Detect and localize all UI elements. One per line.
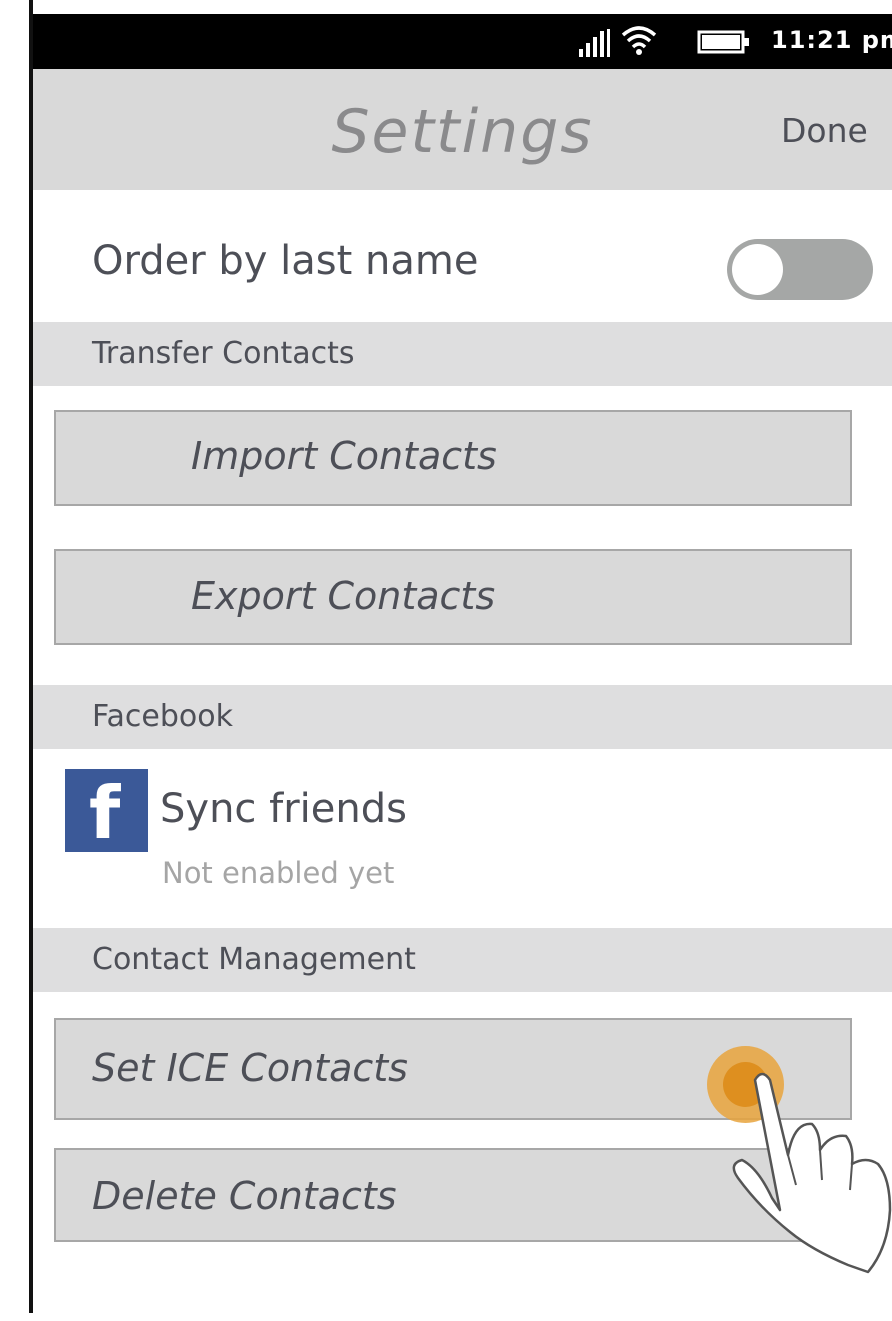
sync-friends-status: Not enabled yet [162, 856, 395, 890]
order-by-last-name-label: Order by last name [92, 238, 479, 284]
export-contacts-button[interactable]: Export Contacts [54, 549, 852, 645]
facebook-logo-icon: f [65, 769, 148, 855]
delete-contacts-label: Delete Contacts [92, 1174, 397, 1218]
order-by-last-name-row: Order by last name [33, 190, 892, 322]
sync-friends-title[interactable]: Sync friends [160, 786, 407, 832]
section-header-management: Contact Management [33, 928, 892, 992]
facebook-logo-letter: f [89, 771, 121, 855]
import-contacts-label: Import Contacts [191, 434, 497, 478]
import-contacts-button[interactable]: Import Contacts [54, 410, 852, 506]
signal-icon [579, 29, 610, 57]
section-label-management: Contact Management [92, 942, 416, 977]
section-label-facebook: Facebook [92, 699, 233, 734]
section-label-transfer: Transfer Contacts [92, 336, 355, 371]
order-by-last-name-toggle[interactable] [727, 239, 873, 300]
status-bar: 11:21 pm [33, 14, 892, 69]
wifi-icon [621, 26, 657, 55]
set-ice-contacts-label: Set ICE Contacts [92, 1046, 408, 1090]
page-title: Settings [331, 97, 594, 167]
settings-header: Settings Done [33, 69, 892, 190]
pointing-hand-icon [732, 1072, 892, 1274]
export-contacts-label: Export Contacts [191, 574, 496, 618]
toggle-knob [732, 244, 783, 295]
section-header-facebook: Facebook [33, 685, 892, 749]
status-time: 11:21 pm [771, 26, 892, 54]
section-header-transfer: Transfer Contacts [33, 322, 892, 386]
battery-icon [697, 30, 749, 54]
done-button[interactable]: Done [781, 111, 868, 150]
